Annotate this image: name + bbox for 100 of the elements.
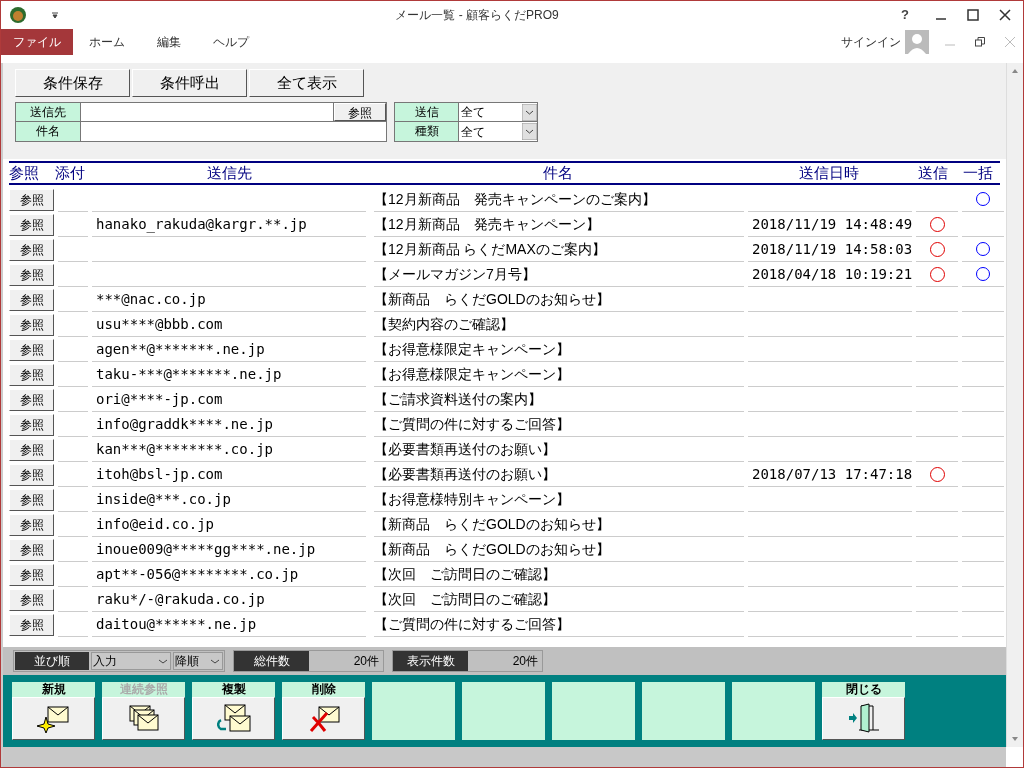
table-cell: kan***@********.co.jp (92, 437, 366, 462)
reference-button[interactable]: 参照 (9, 388, 54, 411)
reference-button[interactable]: 参照 (9, 363, 54, 386)
field-label: 件名 (16, 122, 81, 141)
count-label: 表示件数 (393, 651, 468, 671)
table-cell: 【お得意様特別キャンペーン】 (374, 487, 744, 512)
menu-tab[interactable]: ヘルプ (197, 29, 265, 55)
menu-tab[interactable]: ホーム (73, 29, 141, 55)
field-label: 送信先 (16, 103, 81, 121)
toolbar-button[interactable]: 全て表示 (249, 69, 364, 97)
help-button[interactable]: ? (895, 5, 915, 25)
table-cell: 【お得意様限定キャンペーン】 (374, 362, 744, 387)
table-cell: inoue009@*****gg****.ne.jp (92, 537, 366, 562)
reference-button[interactable]: 参照 (9, 263, 54, 286)
table-cell: 2018/04/18 10:19:21 (748, 262, 912, 287)
reference-button[interactable]: 参照 (9, 613, 54, 636)
count-value: 20件 (511, 653, 539, 670)
column-header: 送信日時 (797, 162, 860, 183)
reference-button[interactable]: 参照 (9, 338, 54, 361)
table-cell: 【12月新商品 発売キャンペーンのご案内】 (374, 187, 744, 212)
action-label: 連続参照 (118, 682, 169, 697)
column-header: 送信先 (205, 162, 253, 183)
toolbar-button[interactable]: 条件呼出 (132, 69, 247, 97)
order-dropdown[interactable]: 降順 (173, 652, 223, 670)
filter-dropdown[interactable]: 全て (459, 103, 537, 121)
table-cell: 【12月新商品 らくだMAXのご案内】 (374, 237, 744, 262)
reference-button[interactable]: 参照 (9, 213, 54, 236)
table-cell: 【新商品 らくだGOLDのお知らせ】 (374, 537, 744, 562)
table-cell: daitou@******.ne.jp (92, 612, 366, 637)
filter-dropdown[interactable]: 全て (459, 122, 537, 141)
action-button[interactable] (822, 697, 905, 740)
sort-label: 並び順 (15, 652, 89, 670)
caret-icon[interactable] (51, 11, 59, 19)
close-icon[interactable] (999, 9, 1011, 21)
table-cell: 【ご請求資料送付の案内】 (374, 387, 744, 412)
sign-in-link[interactable]: サインイン (841, 33, 901, 51)
menu-tab[interactable]: ファイル (1, 29, 73, 55)
table-cell: ***@nac.co.jp (92, 287, 366, 312)
table-cell: apt**-056@********.co.jp (92, 562, 366, 587)
reference-button[interactable]: 参照 (9, 588, 54, 611)
count-label: 総件数 (234, 651, 309, 671)
table-cell: 2018/11/19 14:58:03 (748, 237, 912, 262)
table-cell: 【新商品 らくだGOLDのお知らせ】 (374, 512, 744, 537)
reference-button[interactable]: 参照 (9, 438, 54, 461)
count-value: 20件 (352, 653, 380, 670)
table-cell: raku*/-@rakuda.co.jp (92, 587, 366, 612)
sort-dropdown[interactable]: 入力 (91, 652, 171, 670)
action-button[interactable] (102, 697, 185, 740)
reference-button[interactable]: 参照 (9, 288, 54, 311)
table-cell: agen**@*******.ne.jp (92, 337, 366, 362)
reference-button[interactable]: 参照 (9, 563, 54, 586)
table-cell: hanako_rakuda@kargr.**.jp (92, 212, 366, 237)
reference-button[interactable]: 参照 (9, 513, 54, 536)
window-title: メール一覧 - 顧客らくだPRO9 (395, 7, 559, 24)
subject-input[interactable] (81, 122, 386, 141)
table-cell: 【契約内容のご確認】 (374, 312, 744, 337)
action-label: 複製 (220, 682, 247, 697)
dropdown-arrow-icon[interactable] (522, 103, 537, 121)
reference-button[interactable]: 参照 (9, 238, 54, 261)
column-header: 参照 (9, 162, 40, 183)
table-cell: 【メールマガジン7月号】 (374, 262, 744, 287)
table-cell: 2018/07/13 17:47:18 (748, 462, 912, 487)
maximize-icon[interactable] (967, 9, 979, 21)
column-header: 件名 (542, 162, 575, 183)
action-label: 閉じる (844, 682, 883, 697)
user-avatar-icon[interactable] (905, 30, 929, 54)
field-label: 送信 (395, 103, 459, 121)
table-cell: 【ご質問の件に対するご回答】 (374, 412, 744, 437)
action-button[interactable] (12, 697, 95, 740)
envelopes-copy-icon (216, 703, 251, 734)
envelope-sparkle-icon (35, 704, 72, 733)
reference-button[interactable]: 参照 (9, 313, 54, 336)
recipient-input[interactable] (81, 103, 334, 121)
table-cell: 【次回 ご訪問日のご確認】 (374, 562, 744, 587)
action-button[interactable] (192, 697, 275, 740)
column-header: 添付 (54, 162, 86, 183)
table-cell: taku-***@*******.ne.jp (92, 362, 366, 387)
action-label: 新規 (40, 682, 67, 697)
table-cell: 【お得意様限定キャンペーン】 (374, 337, 744, 362)
action-button[interactable] (282, 697, 365, 740)
table-cell: ori@****-jp.com (92, 387, 366, 412)
table-cell: info@graddk****.ne.jp (92, 412, 366, 437)
reference-button[interactable]: 参照 (9, 463, 54, 486)
vertical-scrollbar[interactable] (1006, 63, 1023, 747)
reference-button[interactable]: 参照 (9, 413, 54, 436)
table-cell: info@eid.co.jp (92, 512, 366, 537)
camel-logo-icon (9, 6, 27, 24)
reference-button[interactable]: 参照 (9, 188, 54, 211)
menu-tab[interactable]: 編集 (141, 29, 197, 55)
table-cell: 【必要書類再送付のお願い】 (374, 462, 744, 487)
reference-button[interactable]: 参照 (9, 488, 54, 511)
column-header: 一括 (962, 162, 995, 183)
table-cell: usu****@bbb.com (92, 312, 366, 337)
toolbar-button[interactable]: 条件保存 (15, 69, 130, 97)
reference-button[interactable]: 参照 (334, 103, 386, 121)
table-cell: 【必要書類再送付のお願い】 (374, 437, 744, 462)
dropdown-arrow-icon[interactable] (522, 123, 537, 140)
restore-icon[interactable] (975, 37, 985, 47)
table-cell: 【12月新商品 発売キャンペーン】 (374, 212, 744, 237)
reference-button[interactable]: 参照 (9, 538, 54, 561)
